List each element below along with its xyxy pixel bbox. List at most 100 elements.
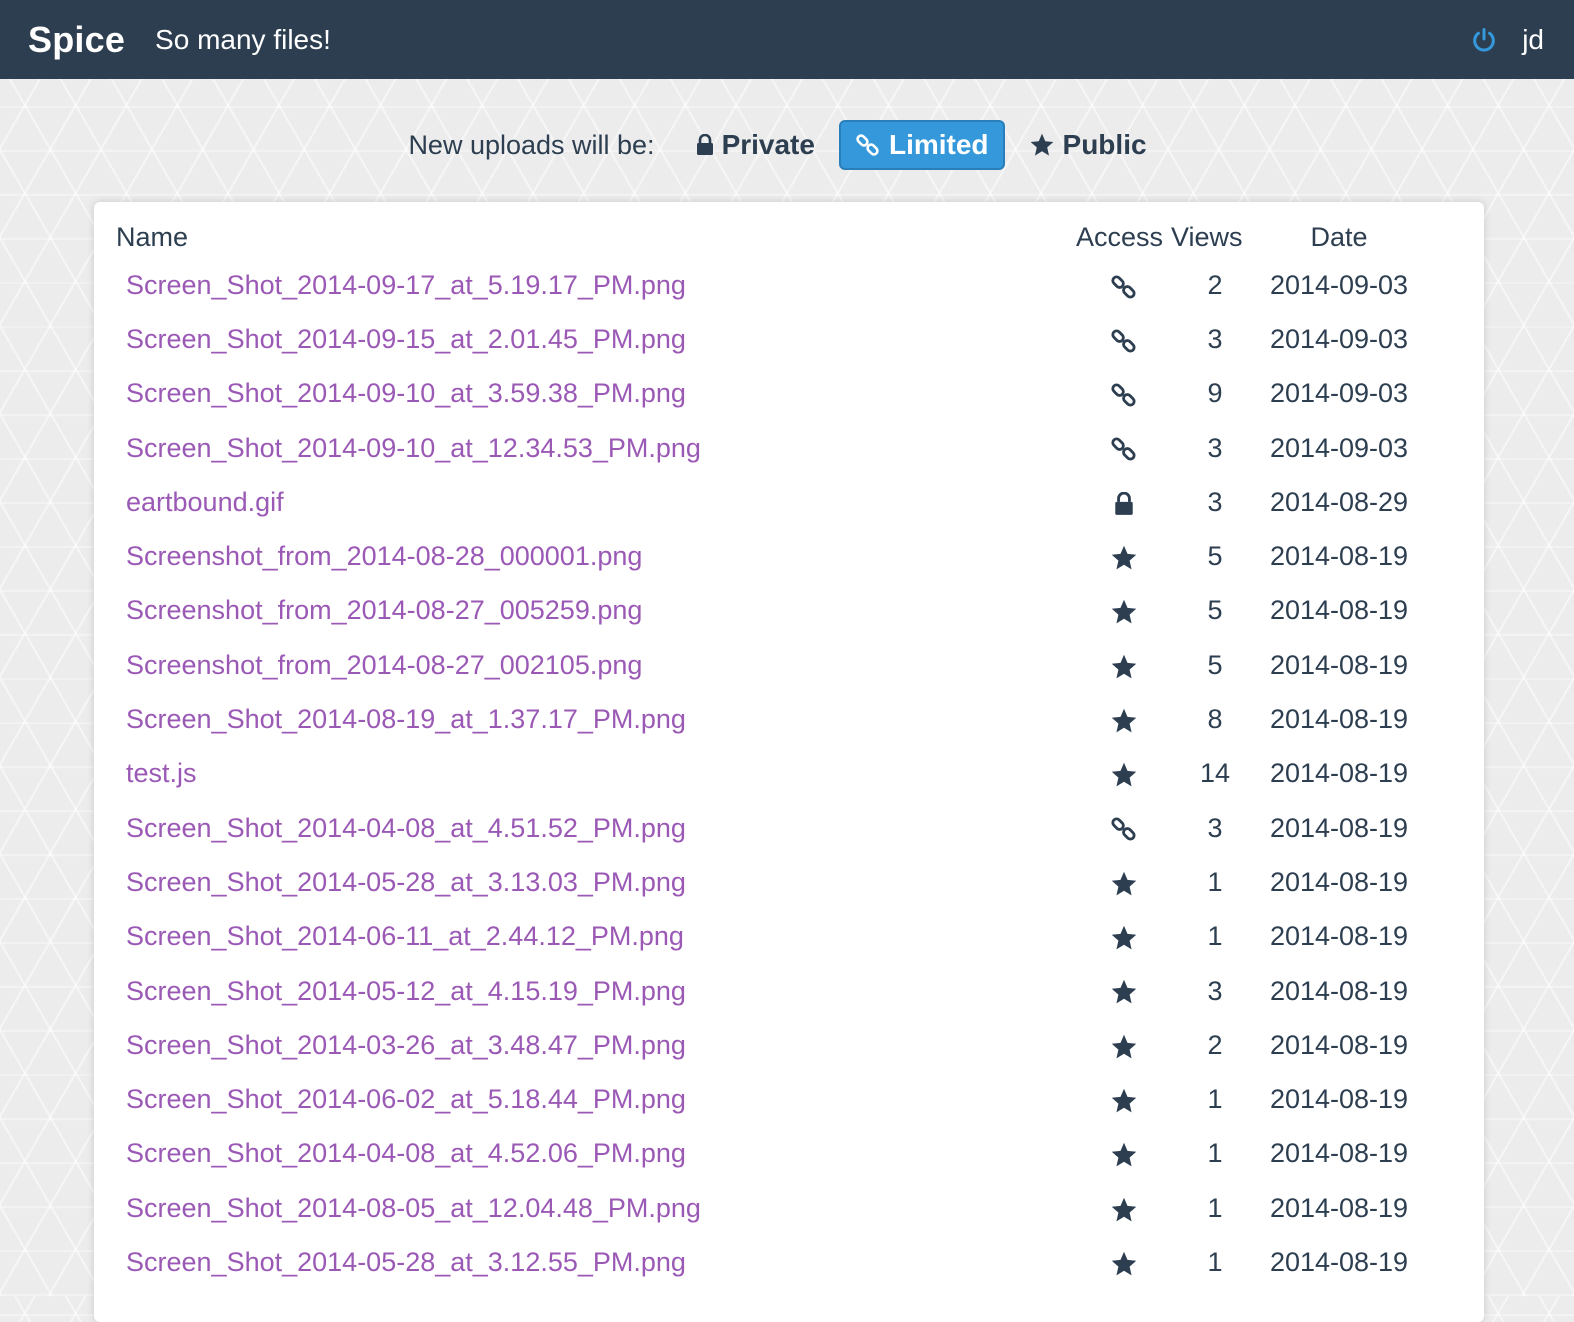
- views-cell: 3: [1207, 432, 1223, 463]
- header-name[interactable]: Name: [110, 216, 1076, 258]
- access-cell[interactable]: [1076, 1235, 1171, 1289]
- link-icon: [1110, 329, 1136, 353]
- table-row[interactable]: Screen_Shot_2014-08-19_at_1.37.17_PM.png…: [110, 692, 1419, 746]
- tagline: So many files!: [155, 23, 331, 55]
- star-icon: [1111, 600, 1136, 624]
- file-link[interactable]: eartbound.gif: [126, 487, 284, 517]
- access-cell[interactable]: [1076, 1018, 1171, 1072]
- file-link[interactable]: Screen_Shot_2014-09-17_at_5.19.17_PM.png: [126, 270, 686, 300]
- user-menu[interactable]: jd: [1522, 24, 1544, 56]
- access-cell[interactable]: [1076, 964, 1171, 1018]
- star-icon: [1111, 1034, 1136, 1059]
- access-cell[interactable]: [1076, 584, 1171, 638]
- table-row[interactable]: Screen_Shot_2014-09-17_at_5.19.17_PM.png…: [110, 258, 1419, 312]
- file-link[interactable]: Screenshot_from_2014-08-28_000001.png: [126, 541, 642, 571]
- file-link[interactable]: Screen_Shot_2014-04-08_at_4.51.52_PM.png: [126, 813, 686, 843]
- access-cell[interactable]: [1076, 1127, 1171, 1181]
- access-cell[interactable]: [1076, 421, 1171, 475]
- views-cell: 1: [1207, 866, 1223, 897]
- table-row[interactable]: test.js 14 2014-08-19: [110, 747, 1419, 801]
- table-row[interactable]: Screenshot_from_2014-08-27_005259.png 5 2…: [110, 584, 1419, 638]
- file-link[interactable]: Screen_Shot_2014-06-02_at_5.18.44_PM.png: [126, 1084, 686, 1114]
- table-row[interactable]: Screen_Shot_2014-04-08_at_4.51.52_PM.png…: [110, 801, 1419, 855]
- star-icon: [1111, 1197, 1136, 1221]
- table-row[interactable]: eartbound.gif 3 2014-08-29: [110, 475, 1419, 529]
- header-access[interactable]: Access: [1076, 216, 1171, 258]
- file-link[interactable]: test.js: [126, 758, 197, 788]
- table-row[interactable]: Screen_Shot_2014-09-10_at_12.34.53_PM.pn…: [110, 421, 1419, 475]
- navbar: Spice So many files! jd: [0, 0, 1574, 79]
- limited-option-label: Limited: [888, 129, 989, 160]
- lock-icon: [696, 134, 713, 155]
- files-panel: Name Access Views Date Screen_Shot_2014-…: [94, 202, 1484, 1322]
- access-cell[interactable]: [1076, 855, 1171, 909]
- public-option[interactable]: Public: [1015, 121, 1161, 169]
- table-row[interactable]: Screen_Shot_2014-09-15_at_2.01.45_PM.png…: [110, 312, 1419, 366]
- table-row[interactable]: Screen_Shot_2014-08-05_at_12.04.48_PM.pn…: [110, 1181, 1419, 1235]
- file-name-cell: Screen_Shot_2014-05-28_at_3.12.55_PM.png: [110, 1235, 1076, 1289]
- nav-right: jd: [1470, 24, 1544, 56]
- access-cell[interactable]: [1076, 312, 1171, 366]
- file-link[interactable]: Screen_Shot_2014-05-28_at_3.12.55_PM.png: [126, 1247, 686, 1277]
- file-link[interactable]: Screen_Shot_2014-04-08_at_4.52.06_PM.png: [126, 1138, 686, 1168]
- access-cell[interactable]: [1076, 638, 1171, 692]
- access-cell[interactable]: [1076, 475, 1171, 529]
- file-name-cell: Screen_Shot_2014-09-10_at_3.59.38_PM.png: [110, 367, 1076, 421]
- power-icon[interactable]: [1470, 26, 1498, 54]
- file-link[interactable]: Screen_Shot_2014-09-15_at_2.01.45_PM.png: [126, 324, 686, 354]
- private-option[interactable]: Private: [682, 121, 829, 169]
- table-row[interactable]: Screen_Shot_2014-06-02_at_5.18.44_PM.png…: [110, 1072, 1419, 1126]
- file-link[interactable]: Screen_Shot_2014-09-10_at_12.34.53_PM.pn…: [126, 433, 701, 463]
- table-row[interactable]: Screenshot_from_2014-08-27_002105.png 5 2…: [110, 638, 1419, 692]
- date-cell: 2014-08-19: [1269, 1246, 1409, 1277]
- brand-logo[interactable]: Spice: [28, 19, 125, 61]
- table-row[interactable]: Screen_Shot_2014-05-12_at_4.15.19_PM.png…: [110, 964, 1419, 1018]
- views-cell: 9: [1207, 378, 1223, 409]
- link-icon: [1110, 437, 1136, 461]
- access-cell[interactable]: [1076, 692, 1171, 746]
- file-link[interactable]: Screen_Shot_2014-05-12_at_4.15.19_PM.png: [126, 976, 686, 1006]
- file-link[interactable]: Screen_Shot_2014-06-11_at_2.44.12_PM.png: [126, 921, 684, 951]
- file-link[interactable]: Screenshot_from_2014-08-27_002105.png: [126, 650, 642, 680]
- access-cell[interactable]: [1076, 529, 1171, 583]
- access-cell[interactable]: [1076, 801, 1171, 855]
- table-row[interactable]: Screen_Shot_2014-03-26_at_3.48.47_PM.png…: [110, 1018, 1419, 1072]
- table-row[interactable]: Screen_Shot_2014-06-11_at_2.44.12_PM.png…: [110, 910, 1419, 964]
- access-cell[interactable]: [1076, 910, 1171, 964]
- file-link[interactable]: Screen_Shot_2014-09-10_at_3.59.38_PM.png: [126, 378, 686, 408]
- views-cell: 1: [1207, 1084, 1223, 1115]
- file-name-cell: Screen_Shot_2014-09-10_at_12.34.53_PM.pn…: [110, 421, 1076, 475]
- table-row[interactable]: Screenshot_from_2014-08-28_000001.png 5 2…: [110, 529, 1419, 583]
- table-row[interactable]: Screen_Shot_2014-05-28_at_3.12.55_PM.png…: [110, 1235, 1419, 1289]
- header-date[interactable]: Date: [1259, 216, 1419, 258]
- star-icon: [1111, 762, 1136, 787]
- table-row[interactable]: Screen_Shot_2014-05-28_at_3.13.03_PM.png…: [110, 855, 1419, 909]
- date-cell: 2014-09-03: [1269, 432, 1409, 463]
- file-link[interactable]: Screen_Shot_2014-08-05_at_12.04.48_PM.pn…: [126, 1193, 701, 1223]
- access-cell[interactable]: [1076, 367, 1171, 421]
- file-name-cell: Screen_Shot_2014-09-15_at_2.01.45_PM.png: [110, 312, 1076, 366]
- table-row[interactable]: Screen_Shot_2014-04-08_at_4.52.06_PM.png…: [110, 1127, 1419, 1181]
- star-icon: [1111, 1251, 1136, 1276]
- access-cell[interactable]: [1076, 258, 1171, 312]
- date-cell: 2014-09-03: [1269, 269, 1409, 300]
- star-icon: [1030, 133, 1053, 156]
- header-views[interactable]: Views: [1171, 216, 1259, 258]
- file-link[interactable]: Screen_Shot_2014-03-26_at_3.48.47_PM.png: [126, 1030, 686, 1060]
- link-icon: [1110, 817, 1136, 842]
- limited-option[interactable]: Limited: [838, 120, 1005, 170]
- file-name-cell: Screen_Shot_2014-06-11_at_2.44.12_PM.png: [110, 910, 1076, 964]
- file-link[interactable]: Screenshot_from_2014-08-27_005259.png: [126, 595, 642, 625]
- views-cell: 5: [1207, 595, 1223, 626]
- access-cell[interactable]: [1076, 747, 1171, 801]
- views-cell: 5: [1207, 649, 1223, 680]
- star-icon: [1111, 980, 1136, 1004]
- file-link[interactable]: Screen_Shot_2014-05-28_at_3.13.03_PM.png: [126, 867, 686, 897]
- access-cell[interactable]: [1076, 1181, 1171, 1235]
- views-cell: 3: [1207, 486, 1223, 517]
- table-row[interactable]: Screen_Shot_2014-09-10_at_3.59.38_PM.png…: [110, 367, 1419, 421]
- star-icon: [1111, 654, 1136, 679]
- file-link[interactable]: Screen_Shot_2014-08-19_at_1.37.17_PM.png: [126, 704, 686, 734]
- access-cell[interactable]: [1076, 1072, 1171, 1126]
- views-cell: 3: [1207, 975, 1223, 1006]
